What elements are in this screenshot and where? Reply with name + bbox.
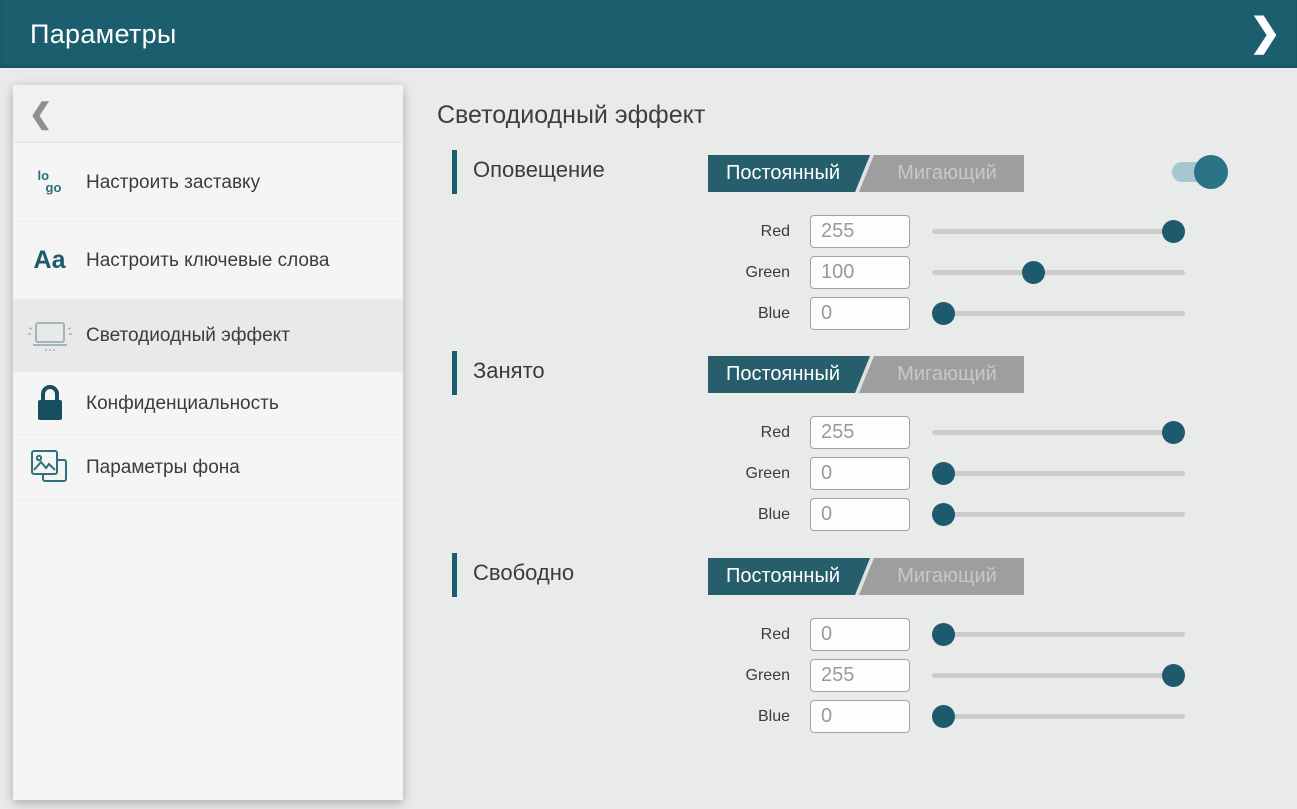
slider-thumb[interactable] bbox=[1162, 664, 1185, 687]
red-value-input[interactable] bbox=[810, 416, 910, 449]
slider-track[interactable] bbox=[932, 311, 1185, 316]
sidebar-item-splash-screen[interactable]: logo Настроить заставку bbox=[13, 143, 403, 222]
slider-thumb[interactable] bbox=[932, 302, 955, 325]
notification-led-switch[interactable] bbox=[1172, 155, 1222, 189]
green-slider[interactable] bbox=[932, 256, 1185, 289]
section-notification: Оповещение Постоянный Мигающий Red Green bbox=[452, 146, 1197, 338]
switch-knob bbox=[1194, 155, 1228, 189]
section-title: Свободно bbox=[473, 560, 574, 586]
channel-label: Green bbox=[652, 256, 790, 289]
green-value-input[interactable] bbox=[810, 659, 910, 692]
blue-value-input[interactable] bbox=[810, 498, 910, 531]
slider-thumb[interactable] bbox=[932, 623, 955, 646]
mode-toggle-group: Постоянный Мигающий bbox=[708, 356, 1024, 393]
channel-label: Green bbox=[652, 659, 790, 692]
section-title: Занято bbox=[473, 358, 545, 384]
channel-label: Blue bbox=[652, 297, 790, 330]
channel-label: Red bbox=[652, 416, 790, 449]
channel-row-red: Red bbox=[452, 618, 1197, 651]
mode-constant-button[interactable]: Постоянный bbox=[708, 356, 870, 393]
mode-blinking-button[interactable]: Мигающий bbox=[870, 558, 1024, 595]
channel-row-blue: Blue bbox=[452, 700, 1197, 733]
slider-track[interactable] bbox=[932, 471, 1185, 476]
channel-row-red: Red bbox=[452, 215, 1197, 248]
channel-label: Blue bbox=[652, 498, 790, 531]
mode-constant-button[interactable]: Постоянный bbox=[708, 155, 870, 192]
green-value-input[interactable] bbox=[810, 256, 910, 289]
channel-row-blue: Blue bbox=[452, 498, 1197, 531]
led-monitor-icon bbox=[13, 318, 86, 354]
channel-row-blue: Blue bbox=[452, 297, 1197, 330]
chevron-left-icon: ❮ bbox=[29, 97, 52, 130]
slider-track[interactable] bbox=[932, 632, 1185, 637]
channel-row-green: Green bbox=[452, 457, 1197, 490]
blue-slider[interactable] bbox=[932, 700, 1185, 733]
background-images-icon bbox=[13, 447, 86, 487]
settings-screen: Параметры ❯ ❮ logo Настроить заставку Aa… bbox=[0, 0, 1297, 809]
sidebar-item-label: Светодиодный эффект bbox=[86, 323, 290, 348]
slider-thumb[interactable] bbox=[1162, 220, 1185, 243]
content-title: Светодиодный эффект bbox=[437, 101, 705, 130]
sidebar: ❮ logo Настроить заставку Aa Настроить к… bbox=[13, 85, 403, 800]
slider-thumb[interactable] bbox=[932, 462, 955, 485]
blue-slider[interactable] bbox=[932, 498, 1185, 531]
mode-toggle-group: Постоянный Мигающий bbox=[708, 558, 1024, 595]
chevron-right-icon[interactable]: ❯ bbox=[1249, 8, 1281, 58]
keywords-icon: Aa bbox=[13, 246, 86, 275]
mode-constant-button[interactable]: Постоянный bbox=[708, 558, 870, 595]
red-value-input[interactable] bbox=[810, 215, 910, 248]
top-bar: Параметры ❯ bbox=[0, 0, 1297, 68]
slider-track[interactable] bbox=[932, 673, 1185, 678]
sidebar-item-background[interactable]: Параметры фона bbox=[13, 435, 403, 500]
slider-track[interactable] bbox=[932, 270, 1185, 275]
section-accent-bar bbox=[452, 351, 457, 395]
channel-label: Blue bbox=[652, 700, 790, 733]
blue-value-input[interactable] bbox=[810, 700, 910, 733]
sidebar-item-privacy[interactable]: Конфиденциальность bbox=[13, 372, 403, 435]
page-title: Параметры bbox=[30, 19, 177, 50]
channel-label: Green bbox=[652, 457, 790, 490]
mode-blinking-button[interactable]: Мигающий bbox=[870, 155, 1024, 192]
slider-thumb[interactable] bbox=[1162, 421, 1185, 444]
green-value-input[interactable] bbox=[810, 457, 910, 490]
section-accent-bar bbox=[452, 150, 457, 194]
slider-thumb[interactable] bbox=[932, 705, 955, 728]
slider-thumb[interactable] bbox=[932, 503, 955, 526]
sidebar-item-label: Настроить заставку bbox=[86, 170, 260, 195]
sidebar-item-label: Параметры фона bbox=[86, 455, 240, 480]
mode-toggle-group: Постоянный Мигающий bbox=[708, 155, 1024, 192]
blue-slider[interactable] bbox=[932, 297, 1185, 330]
sidebar-item-led-effect[interactable]: Светодиодный эффект bbox=[13, 300, 403, 372]
slider-thumb[interactable] bbox=[1022, 261, 1045, 284]
lock-icon bbox=[13, 383, 86, 423]
red-slider[interactable] bbox=[932, 416, 1185, 449]
sidebar-back-button[interactable]: ❮ bbox=[13, 85, 403, 143]
mode-blinking-button[interactable]: Мигающий bbox=[870, 356, 1024, 393]
green-slider[interactable] bbox=[932, 457, 1185, 490]
slider-track[interactable] bbox=[932, 229, 1185, 234]
channel-row-red: Red bbox=[452, 416, 1197, 449]
red-slider[interactable] bbox=[932, 215, 1185, 248]
sidebar-item-keywords[interactable]: Aa Настроить ключевые слова bbox=[13, 222, 403, 300]
section-free: Свободно Постоянный Мигающий Red Green B… bbox=[452, 549, 1197, 741]
channel-label: Red bbox=[652, 215, 790, 248]
green-slider[interactable] bbox=[932, 659, 1185, 692]
blue-value-input[interactable] bbox=[810, 297, 910, 330]
section-busy: Занято Постоянный Мигающий Red Green Blu… bbox=[452, 347, 1197, 539]
red-value-input[interactable] bbox=[810, 618, 910, 651]
slider-track[interactable] bbox=[932, 430, 1185, 435]
section-title: Оповещение bbox=[473, 157, 605, 183]
red-slider[interactable] bbox=[932, 618, 1185, 651]
slider-track[interactable] bbox=[932, 714, 1185, 719]
slider-track[interactable] bbox=[932, 512, 1185, 517]
channel-row-green: Green bbox=[452, 256, 1197, 289]
channel-label: Red bbox=[652, 618, 790, 651]
section-accent-bar bbox=[452, 553, 457, 597]
logo-icon: logo bbox=[13, 170, 86, 194]
sidebar-item-label: Настроить ключевые слова bbox=[86, 248, 329, 273]
sidebar-item-label: Конфиденциальность bbox=[86, 391, 279, 416]
channel-row-green: Green bbox=[452, 659, 1197, 692]
